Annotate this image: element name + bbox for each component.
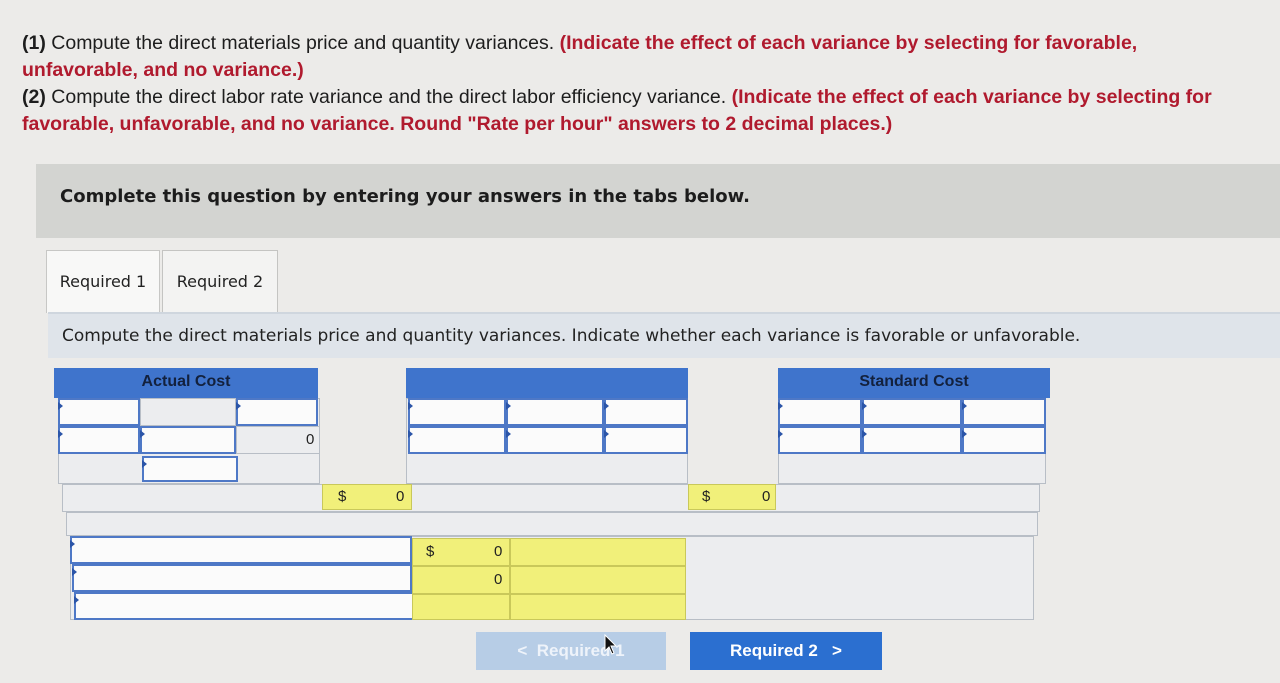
chevron-left-icon: < [517,641,528,660]
question-text: (1) Compute the direct materials price a… [22,30,1252,138]
totals-row [62,484,1040,512]
standard-cost-input[interactable] [778,398,862,426]
variance-dollar-sign: $ [426,543,435,560]
standard-cost-input[interactable] [962,398,1046,426]
banner-text: Complete this question by entering your … [60,186,750,207]
variance-effect-select[interactable] [510,538,686,566]
part2-text: Compute the direct labor rate variance a… [45,86,732,108]
variance-effect-select[interactable] [510,566,686,594]
middle-input[interactable] [408,426,506,454]
variance-amount-2: 0 [494,571,503,588]
actual-total-amount: 0 [396,488,405,505]
actual-cost-header: Actual Cost [54,368,318,398]
spacer-row [66,512,1038,536]
middle-input[interactable] [604,398,688,426]
next-button-label: Required 2 [730,641,818,660]
chevron-right-icon: > [832,641,842,660]
standard-cost-input[interactable] [962,426,1046,454]
variance-label-input[interactable] [74,592,414,620]
standard-cost-input[interactable] [862,398,962,426]
middle-input[interactable] [408,398,506,426]
actual-cost-input[interactable] [142,456,238,482]
middle-column-header [406,368,688,398]
variance-label-input[interactable] [70,536,412,564]
tab-required-1[interactable]: Required 1 [46,250,160,313]
instructions-banner: Complete this question by entering your … [36,164,1280,238]
part1-text: Compute the direct materials price and q… [45,32,560,54]
middle-input[interactable] [604,426,688,454]
part2-number: (2) [22,86,46,108]
tab-instruction-text: Compute the direct materials price and q… [62,326,1081,346]
actual-cost-input[interactable] [140,426,236,454]
standard-cost-input[interactable] [778,426,862,454]
part1-number: (1) [22,32,46,54]
actual-cost-input[interactable] [58,398,140,426]
tab-bar: Required 1 Required 2 [36,238,1280,313]
standard-cost-header: Standard Cost [778,368,1050,398]
tab-required-2[interactable]: Required 2 [162,250,278,313]
variance-label-input[interactable] [72,564,412,592]
cursor-icon [604,634,618,655]
tab-instruction-bar: Compute the direct materials price and q… [48,312,1280,360]
actual-total-value: 0 [306,431,315,448]
prev-required-1-button[interactable]: < Required 1 [476,632,666,670]
middle-input[interactable] [506,398,604,426]
actual-cost-input[interactable] [58,426,140,454]
actual-cost-input[interactable] [236,398,318,426]
next-required-2-button[interactable]: Required 2 > [690,632,882,670]
standard-cost-input[interactable] [862,426,962,454]
actual-dollar-sign: $ [338,488,347,505]
variance-amount-1: 0 [494,543,503,560]
variance-amount-cell [412,594,510,620]
middle-input[interactable] [506,426,604,454]
actual-cost-cell [140,398,236,426]
standard-dollar-sign: $ [702,488,711,505]
standard-total-amount: 0 [762,488,771,505]
variance-effect-select[interactable] [510,594,686,620]
